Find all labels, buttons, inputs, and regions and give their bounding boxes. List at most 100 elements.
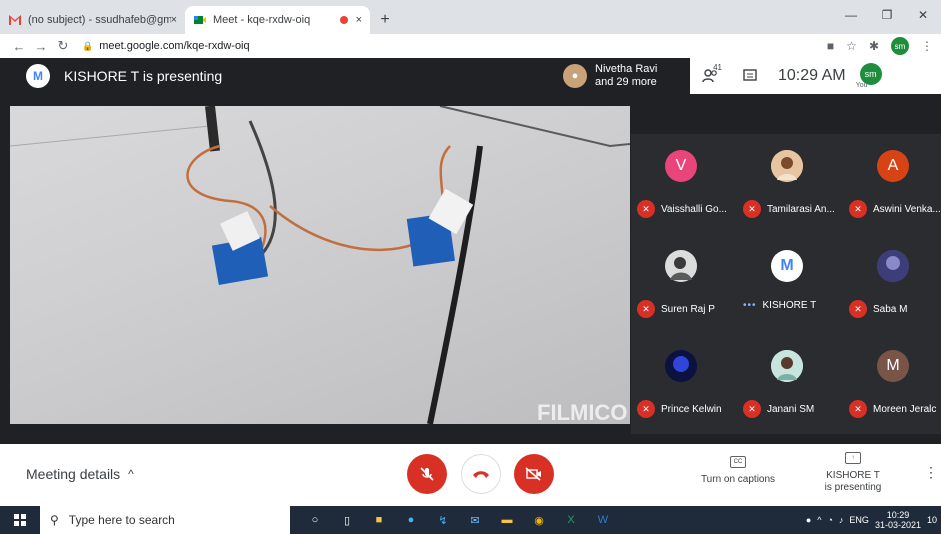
participant-name: Aswini Venka... <box>873 203 941 215</box>
edge-icon[interactable]: ● <box>400 510 422 530</box>
participant-tile[interactable]: ✕ Prince Kelwin <box>631 334 731 434</box>
back-icon[interactable]: ← <box>8 39 30 54</box>
person-photo-icon <box>665 350 697 382</box>
camera-icon[interactable]: ■ <box>827 39 834 53</box>
mail-icon[interactable]: ✉ <box>464 510 486 530</box>
captions-button[interactable]: CC Turn on captions <box>698 456 778 485</box>
person-photo-icon <box>771 150 803 182</box>
leave-call-button[interactable] <box>461 454 501 494</box>
menu-icon[interactable]: ⋮ <box>921 39 933 53</box>
taskbar-search[interactable]: ⚲ Type here to search <box>40 506 290 534</box>
toolbar-right: ■ ☆ ✱ sm ⋮ <box>827 37 933 55</box>
meet-top-right: 41 10:29 AM sm You <box>690 58 941 94</box>
new-tab-button[interactable]: + <box>370 6 400 34</box>
present-line2: is presenting <box>824 482 882 493</box>
participant-name: Prince Kelwin <box>661 403 722 415</box>
participant-label: ✕ Prince Kelwin <box>637 400 731 418</box>
more-options-icon[interactable]: ⋮ <box>924 464 938 481</box>
participant-avatar: ● <box>563 64 587 88</box>
captions-label: Turn on captions <box>700 474 776 485</box>
participants-text: Nivetha Ravi and 29 more <box>595 63 657 89</box>
forward-icon[interactable]: → <box>30 39 52 54</box>
minimize-button[interactable]: — <box>833 0 869 30</box>
self-label: You <box>855 82 868 89</box>
gmail-icon <box>9 15 21 25</box>
participant-tile[interactable]: A ✕ Aswini Venka... <box>843 134 941 234</box>
meet-icon <box>194 16 206 24</box>
network-icon[interactable]: ◔ <box>827 515 832 525</box>
self-avatar-group: sm You <box>856 63 882 89</box>
presentation-video: FILMICO <box>10 106 630 424</box>
windows-taskbar: ⚲ Type here to search ○ ▯ ■ ● ↯ ✉ ▬ ◉ X … <box>0 506 941 534</box>
window-controls: — ❐ ✕ <box>833 0 941 30</box>
meeting-clock: 10:29 AM <box>778 67 846 84</box>
windows-start-button[interactable] <box>0 506 40 534</box>
presenting-title: KISHORE T is presenting <box>64 68 223 84</box>
participant-tile[interactable]: V ✕ Vaisshalli Go... <box>631 134 731 234</box>
participants-line1: Nivetha Ravi <box>595 63 658 75</box>
tab-close-icon[interactable]: × <box>356 14 362 26</box>
cortana-icon[interactable]: ○ <box>304 510 326 530</box>
participant-tile[interactable]: ✕ Janani SM <box>737 334 837 434</box>
url-field[interactable]: 🔒 meet.google.com/kqe-rxdw-oiq <box>82 40 250 52</box>
extensions-icon[interactable]: ✱ <box>869 39 879 53</box>
lang-indicator[interactable]: ENG <box>849 515 869 525</box>
participant-tile[interactable]: M ✕ Moreen Jeralc <box>843 334 941 434</box>
close-window-button[interactable]: ✕ <box>905 0 941 30</box>
participant-name: Moreen Jeralc <box>873 403 937 415</box>
taskbar-clock[interactable]: 10:29 31-03-2021 <box>875 510 921 530</box>
task-view-icon[interactable]: ▯ <box>336 510 358 530</box>
participant-grid: V ✕ Vaisshalli Go... ✕ Tamilarasi An... A … <box>631 134 941 434</box>
participant-name: KISHORE T <box>762 300 817 311</box>
meeting-details-button[interactable]: Meeting details ^ <box>26 466 134 482</box>
participant-avatar: M <box>771 250 803 282</box>
tab-gmail[interactable]: (no subject) - ssudhafeb@gmail. × <box>0 6 185 34</box>
tab-strip: (no subject) - ssudhafeb@gmail. × Meet -… <box>0 0 941 34</box>
captions-icon: CC <box>730 456 746 468</box>
mic-toggle-button[interactable] <box>407 454 447 494</box>
people-button[interactable]: 41 <box>690 63 730 83</box>
app-icon[interactable]: ↯ <box>432 510 454 530</box>
tray-app-icon[interactable]: ● <box>806 515 811 525</box>
profile-avatar[interactable]: sm <box>891 37 909 55</box>
participant-tile[interactable]: ✕ Suren Raj P <box>631 234 731 334</box>
mic-off-icon: ✕ <box>743 200 761 218</box>
chevron-up-icon[interactable]: ^ <box>817 515 821 525</box>
chat-button[interactable] <box>730 69 770 83</box>
tab-meet[interactable]: Meet - kqe-rxdw-oiq × <box>185 6 370 34</box>
store-icon[interactable]: ■ <box>368 510 390 530</box>
excel-icon[interactable]: X <box>560 510 582 530</box>
clock-time: 10:29 <box>886 510 910 520</box>
notification-count[interactable]: 10 <box>927 515 937 525</box>
participant-avatar <box>771 350 803 382</box>
person-photo-icon <box>877 250 909 282</box>
camera-toggle-button[interactable] <box>514 454 554 494</box>
participant-tile[interactable]: ✕ Tamilarasi An... <box>737 134 837 234</box>
mic-off-icon: ✕ <box>743 400 761 418</box>
participant-avatar: M <box>877 350 909 382</box>
tab-title: (no subject) - ssudhafeb@gmail. <box>28 14 171 26</box>
speaking-indicator-icon: ••• <box>743 300 757 311</box>
present-icon: ↑ <box>845 452 861 464</box>
volume-icon[interactable]: ♪ <box>839 515 844 525</box>
mic-off-icon: ✕ <box>849 300 867 318</box>
meeting-details-label: Meeting details <box>26 466 121 482</box>
participants-summary[interactable]: ● Nivetha Ravi and 29 more <box>563 60 657 92</box>
maximize-button[interactable]: ❐ <box>869 0 905 30</box>
file-explorer-icon[interactable]: ▬ <box>496 510 518 530</box>
person-photo-icon <box>665 250 697 282</box>
recording-dot-icon <box>339 16 348 24</box>
chrome-icon[interactable]: ◉ <box>528 510 550 530</box>
participant-name: Saba M <box>873 303 908 315</box>
present-button[interactable]: ↑ KISHORE T is presenting <box>815 452 891 494</box>
camera-off-icon <box>525 467 541 481</box>
participant-tile[interactable]: M ••• KISHORE T <box>737 234 837 334</box>
participant-tile[interactable]: ✕ Saba M <box>843 234 941 334</box>
tab-close-icon[interactable]: × <box>171 14 177 26</box>
star-icon[interactable]: ☆ <box>846 39 857 53</box>
word-icon[interactable]: W <box>592 510 614 530</box>
reload-icon[interactable]: ↻ <box>52 38 74 54</box>
participant-label: ✕ Suren Raj P <box>637 300 731 318</box>
participant-label: ✕ Aswini Venka... <box>849 200 941 218</box>
participant-name: Suren Raj P <box>661 303 715 315</box>
